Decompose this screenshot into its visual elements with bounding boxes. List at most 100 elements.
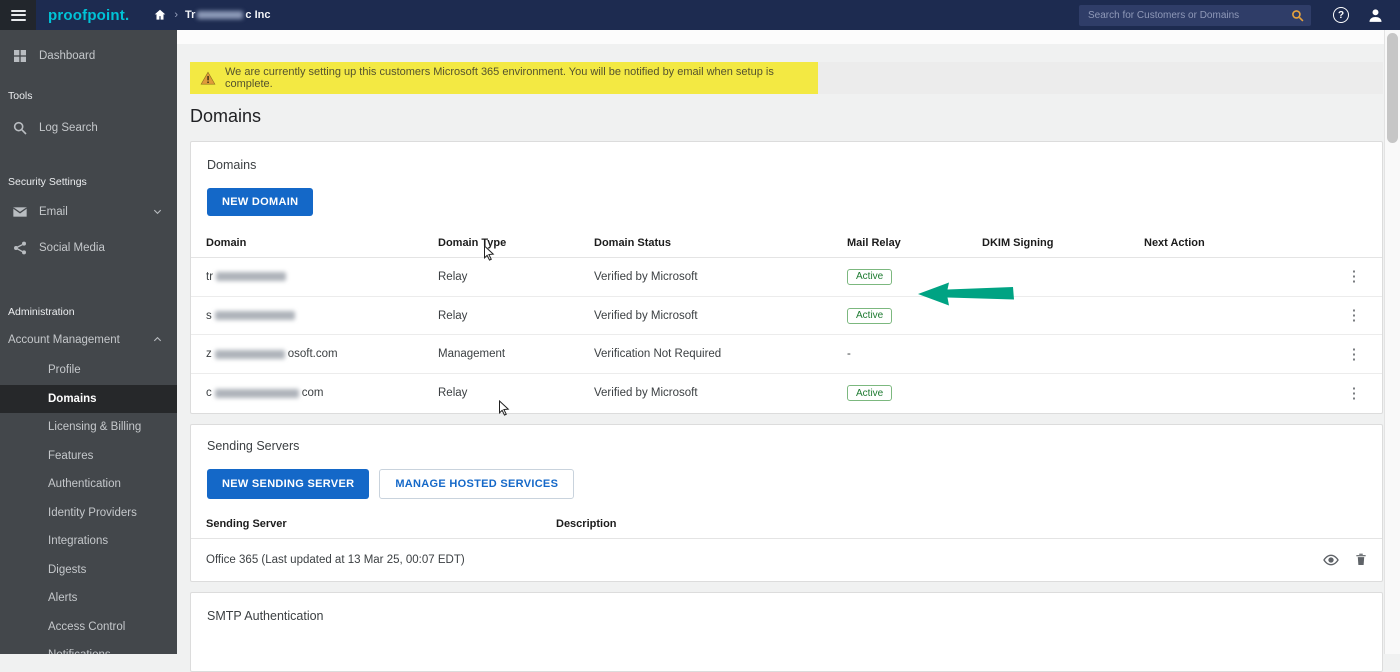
search-icon[interactable] [1291, 9, 1304, 22]
sending-server-cell: Office 365 (Last updated at 13 Mar 25, 0… [206, 553, 465, 566]
account-icon[interactable] [1367, 7, 1384, 24]
redacted-customer-name [197, 11, 244, 19]
sidebar-item-access-control[interactable]: Access Control [0, 613, 177, 642]
sidebar-item-label: Log Search [39, 122, 98, 134]
scrollbar-thumb[interactable] [1387, 33, 1398, 143]
row-menu-button[interactable]: ⋮ [1336, 269, 1372, 284]
search-input[interactable] [1079, 9, 1311, 21]
sidebar-section-security-settings: Security Settings [8, 176, 87, 188]
sidebar-item-label: Dashboard [39, 50, 96, 62]
top-bar: proofpoint. › Tr c Inc ? [0, 0, 1400, 30]
breadcrumb[interactable]: Tr c Inc [185, 9, 270, 21]
domain-type-cell: Relay [438, 270, 468, 283]
sidebar-item-social-media[interactable]: Social Media [0, 232, 177, 264]
social-media-icon [14, 241, 26, 255]
new-domain-button[interactable]: NEW DOMAIN [207, 188, 314, 216]
row-menu-button[interactable]: ⋮ [1336, 308, 1372, 323]
sidebar-item-label: Social Media [39, 242, 105, 254]
col-dkim-signing: DKIM Signing [982, 236, 1054, 249]
sidebar-item-email[interactable]: Email [0, 196, 177, 228]
col-next-action: Next Action [1144, 236, 1205, 249]
col-mail-relay: Mail Relay [847, 236, 901, 249]
smtp-auth-title: SMTP Authentication [207, 608, 324, 623]
domain-status-cell: Verified by Microsoft [594, 387, 698, 400]
help-icon[interactable]: ? [1333, 7, 1349, 23]
view-icon[interactable] [1323, 552, 1339, 568]
table-row: Office 365 (Last updated at 13 Mar 25, 0… [191, 539, 1382, 581]
banner-highlight: We are currently setting up this custome… [190, 62, 818, 94]
chevron-down-icon [153, 209, 162, 215]
row-menu-button[interactable]: ⋮ [1336, 386, 1372, 401]
table-row: c com Relay Verified by Microsoft Active … [191, 374, 1382, 413]
domain-type-cell: Relay [438, 309, 468, 322]
manage-hosted-services-button[interactable]: MANAGE HOSTED SERVICES [379, 468, 575, 499]
sidebar-item-notifications[interactable]: Notifications [0, 641, 177, 654]
breadcrumb-text-suffix: c Inc [245, 9, 271, 21]
sidebar-item-authentication[interactable]: Authentication [0, 470, 177, 499]
hamburger-menu-button[interactable] [0, 0, 36, 30]
table-row: z osoft.com Management Verification Not R… [191, 335, 1382, 375]
sidebar: Dashboard Tools Log Search Security Sett… [0, 30, 177, 654]
delete-icon[interactable] [1354, 552, 1368, 567]
domains-card-title: Domains [207, 158, 257, 172]
domain-type-cell: Management [438, 348, 506, 361]
domain-status-cell: Verification Not Required [594, 348, 722, 361]
dashboard-icon [14, 50, 26, 62]
sidebar-item-integrations[interactable]: Integrations [0, 527, 177, 556]
sending-servers-title: Sending Servers [207, 438, 300, 453]
col-domain: Domain [206, 236, 247, 249]
proofpoint-logo[interactable]: proofpoint. [48, 7, 129, 24]
domain-cell: tr [206, 271, 438, 283]
new-sending-server-button[interactable]: NEW SENDING SERVER [207, 468, 370, 499]
sidebar-item-licensing-billing[interactable]: Licensing & Billing [0, 413, 177, 442]
domain-status-cell: Verified by Microsoft [594, 270, 698, 283]
chevron-up-icon [153, 336, 162, 342]
smtp-auth-card: SMTP Authentication [190, 591, 1383, 672]
sidebar-item-dashboard[interactable]: Dashboard [0, 40, 177, 72]
setup-warning-banner: We are currently setting up this custome… [190, 62, 1383, 94]
domain-status-cell: Verified by Microsoft [594, 309, 698, 322]
status-badge: Active [847, 307, 893, 324]
breadcrumb-text-prefix: Tr [185, 9, 196, 21]
domain-cell: c com [206, 387, 324, 400]
sidebar-item-domains[interactable]: Domains [0, 384, 177, 413]
global-search [1079, 4, 1311, 26]
sidebar-item-account-management[interactable]: Account Management [0, 324, 177, 356]
sidebar-item-log-search[interactable]: Log Search [0, 112, 177, 144]
domain-cell: s [206, 310, 438, 322]
status-badge: Active [847, 268, 893, 285]
sidebar-section-tools: Tools [8, 90, 33, 102]
email-icon [12, 207, 28, 217]
mail-relay-cell: - [847, 348, 851, 361]
col-domain-status: Domain Status [594, 236, 672, 249]
sidebar-item-alerts[interactable]: Alerts [0, 584, 177, 613]
warning-icon [200, 71, 216, 84]
log-search-icon [13, 121, 27, 135]
home-icon[interactable] [153, 8, 167, 22]
domains-card: Domains NEW DOMAIN Domain Domain Type Do… [190, 141, 1383, 414]
hamburger-icon [10, 7, 26, 23]
sidebar-item-label: Email [39, 206, 68, 218]
table-row: tr Relay Verified by Microsoft Active ⋮ [191, 258, 1382, 297]
main-content: We are currently setting up this custome… [177, 30, 1384, 672]
col-domain-type: Domain Type [438, 236, 507, 249]
domains-table-header: Domain Domain Type Domain Status Mail Re… [191, 228, 1382, 258]
col-sending-server: Sending Server [206, 518, 287, 531]
vertical-scrollbar[interactable] [1384, 30, 1400, 654]
sidebar-item-profile[interactable]: Profile [0, 356, 177, 385]
sidebar-item-features[interactable]: Features [0, 442, 177, 471]
col-description: Description [556, 518, 617, 531]
domain-cell: z osoft.com [206, 348, 338, 361]
breadcrumb-separator-icon: › [174, 9, 179, 21]
row-menu-button[interactable]: ⋮ [1336, 347, 1372, 362]
table-row: s Relay Verified by Microsoft Active ⋮ [191, 297, 1382, 336]
sending-table-header: Sending Server Description [191, 511, 1382, 539]
sidebar-item-label: Account Management [8, 334, 120, 346]
sidebar-item-identity-providers[interactable]: Identity Providers [0, 499, 177, 528]
sending-servers-card: Sending Servers NEW SENDING SERVER MANAG… [190, 423, 1383, 582]
status-badge: Active [847, 385, 893, 402]
page-title: Domains [190, 106, 262, 126]
banner-message: We are currently setting up this custome… [225, 66, 774, 90]
sidebar-item-digests[interactable]: Digests [0, 556, 177, 585]
domain-type-cell: Relay [438, 387, 468, 400]
